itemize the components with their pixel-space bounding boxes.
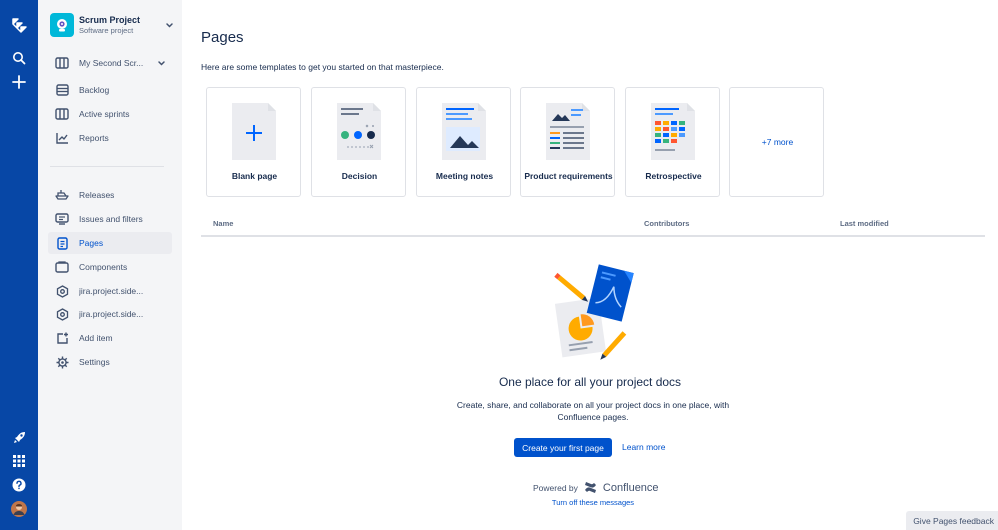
template-label: Retrospective bbox=[645, 171, 702, 181]
graph-line-icon bbox=[55, 131, 69, 145]
sidebar-item-backlog[interactable]: Backlog bbox=[48, 79, 172, 101]
blank-page-icon bbox=[232, 103, 276, 160]
sidebar-item-issues-and-filters[interactable]: Issues and filters bbox=[48, 208, 172, 230]
confluence-wordmark: Confluence bbox=[602, 481, 659, 494]
sidebar-item-label: jira.project.side... bbox=[79, 286, 144, 296]
add-item-icon bbox=[55, 331, 69, 345]
create-plus-icon[interactable] bbox=[9, 72, 29, 92]
sidebar-item-label: Issues and filters bbox=[79, 214, 143, 224]
chevron-down-icon bbox=[165, 19, 174, 33]
template-card-more[interactable]: +7 more bbox=[729, 87, 824, 197]
sidebar-item-label: Reports bbox=[79, 133, 109, 143]
product-requirements-icon bbox=[546, 103, 590, 160]
project-type: Software project bbox=[79, 26, 134, 35]
learn-more-link[interactable]: Learn more bbox=[622, 442, 665, 452]
decision-icon bbox=[337, 103, 381, 160]
sidebar-item-project-side-1[interactable]: jira.project.side... bbox=[48, 280, 172, 302]
template-label: Decision bbox=[341, 171, 378, 181]
page-subtitle: Here are some templates to get you start… bbox=[201, 62, 444, 72]
sidebar-item-pages[interactable]: Pages bbox=[48, 232, 172, 254]
sidebar-item-label: Add item bbox=[79, 333, 113, 343]
template-label: Meeting notes bbox=[435, 171, 494, 181]
sidebar-divider bbox=[50, 166, 164, 167]
more-templates-link: +7 more bbox=[761, 137, 794, 147]
project-avatar bbox=[50, 13, 74, 37]
template-card-decision[interactable]: Decision bbox=[311, 87, 406, 197]
backlog-icon bbox=[55, 83, 69, 97]
hexagon-icon bbox=[55, 284, 69, 298]
component-icon bbox=[55, 260, 69, 274]
sidebar-item-active-sprints[interactable]: Active sprints bbox=[48, 103, 172, 125]
help-icon[interactable] bbox=[9, 475, 29, 495]
sidebar-item-releases[interactable]: Releases bbox=[48, 184, 172, 206]
template-card-blank-page[interactable]: Blank page bbox=[206, 87, 301, 197]
sidebar-item-label: Settings bbox=[79, 357, 110, 367]
empty-state-description: Create, share, and collaborate on all yo… bbox=[456, 400, 730, 422]
powered-by-label: Powered by bbox=[533, 482, 578, 493]
retrospective-icon bbox=[651, 103, 695, 160]
global-navigation bbox=[0, 0, 38, 530]
sidebar-item-label: Pages bbox=[79, 238, 104, 248]
turn-off-messages-link[interactable]: Turn off these messages bbox=[182, 498, 998, 507]
template-card-retrospective[interactable]: Retrospective bbox=[625, 87, 720, 197]
meeting-notes-icon bbox=[442, 103, 486, 160]
board-name: My Second Scr... bbox=[79, 58, 144, 68]
hexagon-icon bbox=[55, 307, 69, 321]
table-header-divider bbox=[201, 235, 985, 237]
board-columns-icon bbox=[55, 107, 69, 121]
sidebar-item-label: jira.project.side... bbox=[79, 309, 144, 319]
jira-logo-icon[interactable] bbox=[9, 15, 29, 35]
sidebar-item-label: Components bbox=[79, 262, 128, 272]
app-switcher-icon[interactable] bbox=[9, 451, 29, 471]
search-icon[interactable] bbox=[9, 48, 29, 68]
project-docs-illustration bbox=[554, 264, 634, 360]
column-header-name[interactable]: Name bbox=[213, 219, 233, 228]
project-name: Scrum Project bbox=[79, 15, 141, 25]
template-card-meeting-notes[interactable]: Meeting notes bbox=[416, 87, 511, 197]
column-header-contributors[interactable]: Contributors bbox=[644, 219, 689, 228]
empty-state-title: One place for all your project docs bbox=[498, 375, 682, 389]
create-first-page-button[interactable]: Create your first page bbox=[514, 438, 612, 457]
sidebar-item-add-item[interactable]: Add item bbox=[48, 327, 172, 349]
template-label: Product requirements bbox=[524, 171, 613, 181]
issues-icon bbox=[55, 212, 69, 226]
sidebar-item-label: Backlog bbox=[79, 85, 110, 95]
column-header-last-modified[interactable]: Last modified bbox=[840, 219, 889, 228]
powered-by-confluence: Powered by Confluence bbox=[533, 481, 659, 494]
template-card-product-requirements[interactable]: Product requirements bbox=[520, 87, 615, 197]
page-icon bbox=[55, 236, 69, 250]
main-content: Pages Here are some templates to get you… bbox=[182, 0, 998, 530]
project-sidebar: Scrum Project Software project My Second… bbox=[38, 0, 182, 530]
sidebar-item-reports[interactable]: Reports bbox=[48, 127, 172, 149]
sidebar-item-components[interactable]: Components bbox=[48, 256, 172, 278]
template-label: Blank page bbox=[231, 171, 278, 181]
sidebar-item-label: Active sprints bbox=[79, 109, 130, 119]
sidebar-item-label: Releases bbox=[79, 190, 115, 200]
sidebar-item-project-side-2[interactable]: jira.project.side... bbox=[48, 303, 172, 325]
gear-icon bbox=[55, 355, 69, 369]
chevron-down-icon bbox=[157, 57, 166, 71]
project-switcher[interactable]: Scrum Project Software project bbox=[50, 12, 174, 40]
user-avatar[interactable] bbox=[9, 499, 29, 519]
ship-icon bbox=[55, 188, 69, 202]
sidebar-item-settings[interactable]: Settings bbox=[48, 351, 172, 373]
page-title: Pages bbox=[201, 29, 244, 46]
board-switcher[interactable]: My Second Scr... bbox=[48, 52, 172, 74]
board-icon bbox=[55, 56, 69, 70]
confluence-logo-icon bbox=[584, 482, 596, 493]
rocket-icon[interactable] bbox=[9, 427, 29, 447]
give-feedback-button[interactable]: Give Pages feedback bbox=[906, 511, 998, 530]
